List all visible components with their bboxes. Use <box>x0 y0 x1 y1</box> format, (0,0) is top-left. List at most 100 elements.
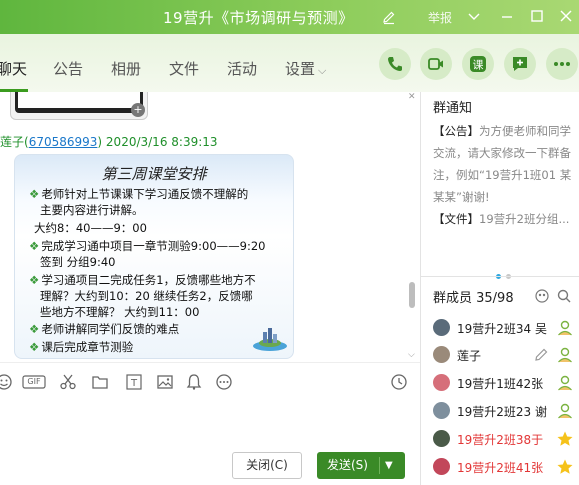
tab-activity[interactable]: 活动 <box>227 58 257 79</box>
svg-text:课: 课 <box>473 59 484 72</box>
tab-album[interactable]: 相册 <box>111 58 141 79</box>
send-image-button[interactable] <box>155 373 175 391</box>
member-row[interactable]: 19营升2班38于 <box>433 428 579 450</box>
avatar <box>433 458 450 475</box>
slide-line: 理解？大约到10：20 继续任务2，反馈哪 <box>40 289 253 303</box>
close-icon[interactable] <box>558 8 574 24</box>
slide-line: 签到 分组9:40 <box>40 255 116 269</box>
more-button[interactable] <box>546 48 578 80</box>
edit-icon[interactable] <box>533 346 551 364</box>
member-row[interactable]: 19营升1班42张 <box>433 372 579 394</box>
member-row[interactable]: 莲子 <box>433 344 579 366</box>
send-label: 发送(S) <box>327 458 368 472</box>
window-title: 19营升《市场调研与预测》 <box>163 9 354 27</box>
avatar <box>433 430 450 447</box>
bullet-icon: ❖ <box>29 187 40 201</box>
chat-scrollbar[interactable] <box>408 94 416 362</box>
folder-icon <box>92 376 108 389</box>
previous-image-message[interactable]: + <box>10 92 148 120</box>
member-row[interactable]: 19营升2班34 吴 <box>433 317 579 339</box>
avatar <box>433 346 450 363</box>
avatar <box>433 374 450 391</box>
file-text[interactable]: 19营升2班分组... <box>479 212 569 226</box>
slide-line: ❖ 课后完成章节测验 <box>29 340 134 354</box>
announcement-tag: 【公告】 <box>433 124 479 138</box>
voice-call-button[interactable] <box>379 48 411 80</box>
message-add-icon <box>513 57 527 71</box>
remind-button[interactable] <box>184 373 204 391</box>
course-icon: 课 <box>470 56 486 72</box>
input-toolbar: GIF T <box>0 362 420 400</box>
maximize-icon[interactable] <box>529 8 545 24</box>
group-notice-panel: 群通知 【公告】为方便老师和同学交流，请大家修改一下群备注，例如“19营升1班0… <box>421 92 579 272</box>
message-history-button[interactable] <box>389 373 409 391</box>
slide-line: 大约8：40——9：00 <box>34 221 147 235</box>
screenshot-button[interactable] <box>58 373 78 391</box>
add-message-button[interactable] <box>504 48 536 80</box>
member-name: 19营升2班23 谢 <box>457 405 547 419</box>
member-name: 19营升2班34 吴 <box>457 322 547 336</box>
section-divider <box>421 276 579 277</box>
phone-icon <box>388 57 402 71</box>
island-decoration-icon <box>253 328 287 351</box>
send-file-button[interactable] <box>90 373 110 391</box>
chat-messages: + 莲子(670586993) 2020/3/16 8:39:13 第三周课堂安… <box>0 92 420 362</box>
member-row[interactable]: 19营升2班23 谢 <box>433 400 579 422</box>
member-icon <box>558 403 572 419</box>
tab-chat[interactable]: 聊天 <box>0 58 27 79</box>
svg-text:T: T <box>130 378 138 389</box>
notice-pagination[interactable] <box>496 264 516 283</box>
more-tools-button[interactable] <box>214 373 234 391</box>
tab-settings-label: 设置 <box>285 60 316 78</box>
gif-label: GIF <box>27 377 41 386</box>
file-tag: 【文件】 <box>433 212 479 226</box>
sender-name: 莲子 <box>0 135 25 149</box>
avatar <box>433 319 450 336</box>
tab-announcement[interactable]: 公告 <box>53 58 83 79</box>
send-button[interactable]: 发送(S) ▼ <box>317 452 405 479</box>
search-icon[interactable] <box>556 288 572 304</box>
scroll-down-icon[interactable]: ⌵ <box>408 350 415 360</box>
report-link[interactable]: 举报 <box>428 9 452 26</box>
tab-settings[interactable]: 设置 ⌵ <box>285 58 326 79</box>
emoji-icon <box>0 374 12 390</box>
gif-button[interactable]: GIF <box>22 373 46 391</box>
edit-title-icon[interactable] <box>381 9 397 25</box>
bullet-icon: ❖ <box>29 340 40 354</box>
tab-files[interactable]: 文件 <box>169 58 199 79</box>
text-format-button[interactable]: T <box>124 373 144 391</box>
member-icon <box>558 347 572 363</box>
title-bar: 19营升《市场调研与预测》 举报 <box>0 0 579 34</box>
more-circle-icon <box>216 374 232 390</box>
slide-line: ❖ 老师讲解同学们反馈的难点 <box>29 322 180 336</box>
emoji-button[interactable] <box>0 373 14 391</box>
chat-scrollbar-thumb[interactable] <box>409 282 415 308</box>
member-name: 19营升2班41张 <box>457 461 544 475</box>
minimize-icon[interactable] <box>499 8 515 24</box>
sender-id-link[interactable]: 670586993 <box>29 135 98 149</box>
slide-image-message[interactable]: 第三周课堂安排 ❖ 老师针对上节课课下学习通反馈不理解的 主要内容进行讲解。 大约… <box>14 154 294 359</box>
scissors-icon <box>60 374 76 390</box>
slide-line: ❖ 老师针对上节课课下学习通反馈不理解的 <box>29 187 249 201</box>
member-icon <box>558 375 572 391</box>
star-icon <box>557 459 573 474</box>
chevron-down-icon[interactable] <box>466 8 482 24</box>
bullet-icon: ❖ <box>29 322 40 336</box>
course-button[interactable]: 课 <box>462 48 494 80</box>
notice-body[interactable]: 【公告】为方便老师和同学交流，请大家修改一下群备注，例如“19营升1班01 某某… <box>433 120 575 230</box>
image-icon <box>157 375 173 389</box>
video-call-button[interactable] <box>420 48 452 80</box>
star-icon <box>557 431 573 446</box>
chevron-down-icon[interactable]: ▼ <box>385 452 393 479</box>
video-icon <box>428 58 443 70</box>
text-format-icon: T <box>126 374 142 390</box>
message-timestamp: 2020/3/16 8:39:13 <box>105 135 218 149</box>
member-name: 19营升1班42张 <box>457 377 544 391</box>
member-row[interactable]: 19营升2班41张 <box>433 456 579 478</box>
member-icon <box>558 320 572 336</box>
close-button[interactable]: 关闭(C) <box>232 452 302 479</box>
tab-bar: 聊天 公告 相册 文件 活动 设置 ⌵ 课 <box>0 34 579 92</box>
bullet-icon: ❖ <box>29 273 40 287</box>
more-icon <box>554 62 570 66</box>
members-settings-icon[interactable] <box>534 288 550 304</box>
